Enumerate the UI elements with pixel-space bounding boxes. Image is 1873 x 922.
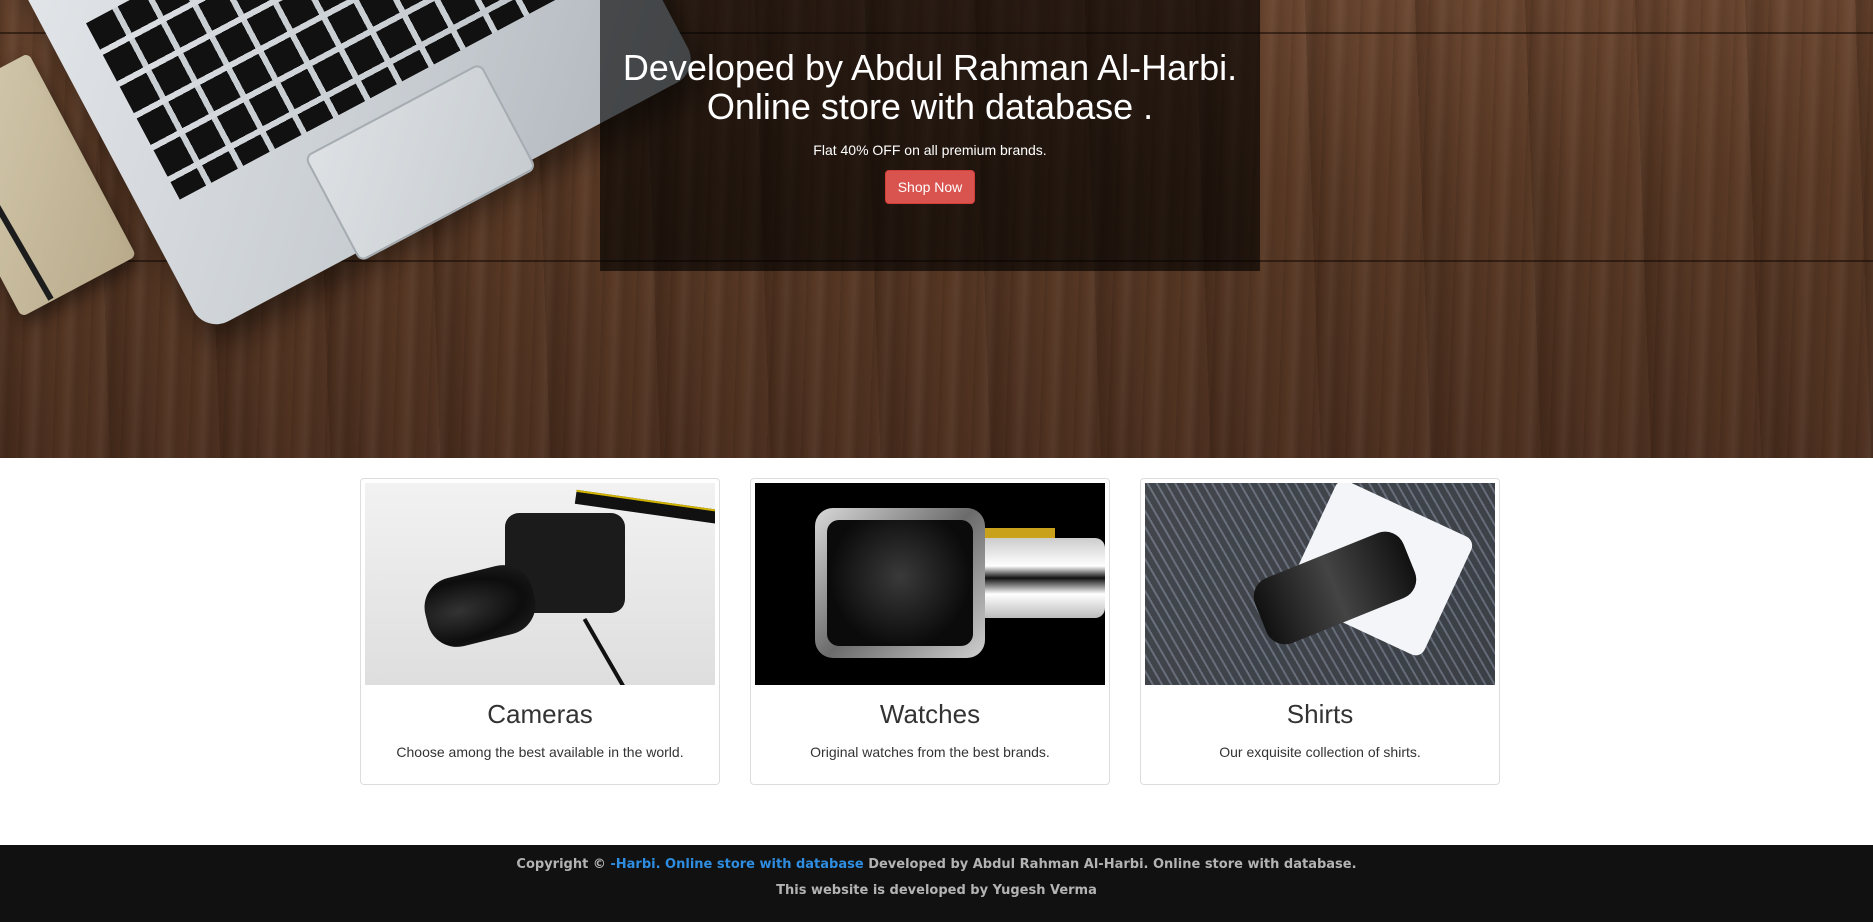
watch-dial (827, 520, 973, 646)
watch-image (755, 483, 1105, 685)
category-cards: Cameras Choose among the best available … (360, 478, 1500, 785)
card-description: Original watches from the best brands. (810, 744, 1050, 760)
category-card-watches[interactable]: Watches Original watches from the best b… (750, 478, 1110, 785)
card-title: Cameras (487, 699, 593, 729)
category-card-shirts[interactable]: Shirts Our exquisite collection of shirt… (1140, 478, 1500, 785)
copyright-prefix: Copyright © (516, 857, 606, 872)
card-title: Watches (879, 699, 981, 729)
card-title: Shirts (1286, 699, 1354, 729)
camera-lens (418, 558, 542, 654)
card-description: Our exquisite collection of shirts. (1219, 744, 1421, 760)
hero-heading-line1: Developed by Abdul Rahman Al-Harbi. (622, 47, 1238, 88)
laptop-image (0, 0, 700, 334)
hero-tagline: Flat 40% OFF on all premium brands. (813, 142, 1047, 158)
card-description: Choose among the best available in the w… (396, 744, 684, 760)
shirt-image (1145, 483, 1495, 685)
hero-heading-line2: Online store with database . (706, 86, 1154, 127)
hero-heading: Developed by Abdul Rahman Al-Harbi. Onli… (600, 48, 1260, 126)
promo-box: Developed by Abdul Rahman Al-Harbi. Onli… (600, 0, 1260, 271)
shop-now-button[interactable]: Shop Now (884, 170, 976, 204)
footer-copyright: Copyright © -Harbi. Online store with da… (0, 857, 1873, 872)
footer-store-link[interactable]: -Harbi. Online store with database (610, 857, 863, 872)
footer: Copyright © -Harbi. Online store with da… (0, 845, 1873, 922)
camera-image (365, 483, 715, 685)
category-card-cameras[interactable]: Cameras Choose among the best available … (360, 478, 720, 785)
hero-banner: Developed by Abdul Rahman Al-Harbi. Onli… (0, 0, 1873, 458)
copyright-suffix: Developed by Abdul Rahman Al-Harbi. Onli… (868, 857, 1357, 872)
camera-strap-end (582, 618, 632, 685)
footer-credit: This website is developed by Yugesh Verm… (776, 883, 1097, 898)
